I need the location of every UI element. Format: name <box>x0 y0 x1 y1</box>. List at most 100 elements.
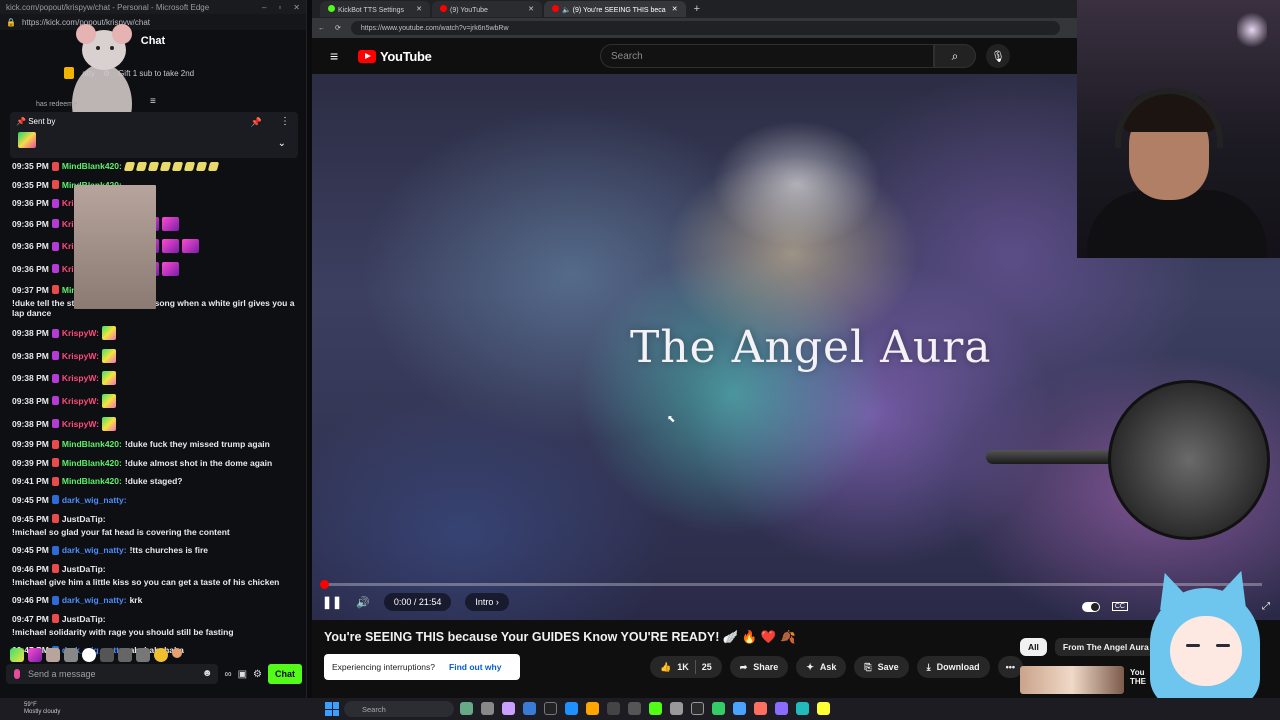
new-tab-icon[interactable]: + <box>694 3 700 15</box>
youtube-logo[interactable]: YouTube <box>358 49 432 64</box>
volume-icon[interactable]: 🔊 <box>356 596 370 609</box>
minimize-icon[interactable]: – <box>262 3 266 12</box>
hamburger-menu-icon[interactable]: ≡ <box>330 48 342 64</box>
search-button[interactable]: ⌕ <box>934 44 976 68</box>
weather-widget[interactable]: 59°F Mostly cloudy <box>0 702 220 716</box>
ask-button[interactable]: ✦ Ask <box>796 656 847 678</box>
mic-icon[interactable] <box>14 669 20 679</box>
close-icon[interactable]: ✕ <box>293 3 300 12</box>
message-username[interactable]: MindBlank420: <box>62 476 122 486</box>
heart-emote-icon[interactable] <box>82 648 96 662</box>
emote-icon[interactable] <box>136 648 150 662</box>
tab-close-icon[interactable]: ✕ <box>416 5 422 13</box>
app-icon[interactable] <box>544 702 557 715</box>
voice-search-button[interactable]: 🎙 <box>986 44 1010 68</box>
window-controls[interactable]: – ▫ ✕ <box>262 3 300 12</box>
app-icon[interactable] <box>670 702 683 715</box>
chat-address-bar[interactable]: 🔒 https://kick.com/popout/krispyw/chat <box>0 14 306 30</box>
captions-icon[interactable]: CC <box>1111 602 1128 611</box>
chat-send-button[interactable]: Chat <box>268 664 302 684</box>
app-icon[interactable] <box>502 702 515 715</box>
message-username[interactable]: dark_wig_natty: <box>62 595 127 605</box>
emote-icon <box>123 161 136 171</box>
app-icon[interactable] <box>817 702 830 715</box>
taskbar-search[interactable]: Search <box>344 701 454 717</box>
loop-icon[interactable]: ∞ <box>224 669 231 680</box>
message-username[interactable]: KrispyW: <box>62 396 99 406</box>
message-username[interactable]: JustDaTip: <box>62 614 106 624</box>
pause-icon[interactable]: ❚❚ <box>322 595 342 609</box>
emote-icon[interactable] <box>118 648 132 662</box>
emote-icon[interactable] <box>46 648 60 662</box>
more-menu-icon[interactable]: ⋮ <box>280 116 290 127</box>
app-icon[interactable] <box>607 702 620 715</box>
message-username[interactable]: KrispyW: <box>62 373 99 383</box>
find-out-why-link[interactable]: Find out why <box>449 662 501 672</box>
maximize-icon[interactable]: ▫ <box>278 3 281 12</box>
store-icon[interactable]: ▣ <box>238 669 247 680</box>
like-button[interactable]: 👍 1K 25 <box>650 656 722 678</box>
send-message-input[interactable]: Send a message ☻ <box>6 664 219 684</box>
chip-all[interactable]: All <box>1020 638 1047 656</box>
scrubber-handle[interactable] <box>320 580 329 589</box>
emote-icon[interactable] <box>28 648 42 662</box>
emoji-icon[interactable]: ☻ <box>202 668 213 679</box>
app-icon[interactable] <box>565 702 578 715</box>
refresh-icon[interactable]: ⟳ <box>335 24 341 32</box>
search-input[interactable]: Search <box>600 44 934 68</box>
message-username[interactable]: MindBlank420: <box>62 458 122 468</box>
emote-icon[interactable] <box>172 648 182 658</box>
app-icon[interactable] <box>649 702 662 715</box>
back-icon[interactable]: ← <box>318 25 325 32</box>
message-username[interactable]: JustDaTip: <box>62 514 106 524</box>
app-icon[interactable] <box>460 702 473 715</box>
recommended-video-thumbnail[interactable] <box>1020 666 1124 694</box>
pinned-message[interactable]: 📌 Sent by 📌 ⋮ ⌄ <box>10 112 298 158</box>
app-icon[interactable] <box>712 702 725 715</box>
message-username[interactable]: KrispyW: <box>62 328 99 338</box>
address-url[interactable]: https://www.youtube.com/watch?v=jrk6n5wb… <box>361 25 509 32</box>
tab-kickbot[interactable]: KickBot TTS Settings ✕ <box>320 1 430 17</box>
chat-input-bar: Send a message ☻ ∞ ▣ ⚙ Chat <box>6 664 302 684</box>
message-username[interactable]: MindBlank420: <box>62 439 122 449</box>
autoplay-toggle[interactable] <box>1081 601 1100 612</box>
start-button[interactable] <box>325 702 339 716</box>
app-icon[interactable] <box>523 702 536 715</box>
app-icon[interactable] <box>586 702 599 715</box>
download-button[interactable]: ⤓ Download <box>916 656 990 678</box>
message-username[interactable]: JustDaTip: <box>62 564 106 574</box>
save-button[interactable]: ⎘ Save <box>854 656 909 678</box>
chevron-down-icon[interactable]: ⌄ <box>278 138 286 149</box>
settings-gear-icon[interactable]: ⚙ <box>253 669 262 680</box>
message-username[interactable]: KrispyW: <box>62 419 99 429</box>
progress-bar[interactable] <box>320 580 1262 589</box>
emote-icon[interactable] <box>100 648 114 662</box>
tab-youtube-video[interactable]: 🔈 (9) You're SEEING THIS beca ✕ <box>544 1 686 17</box>
emote-icon[interactable] <box>64 648 78 662</box>
message-username[interactable]: KrispyW: <box>62 351 99 361</box>
smiley-emote-icon[interactable] <box>154 648 168 662</box>
pin-icon[interactable]: 📌 <box>251 117 262 128</box>
emote-icon[interactable] <box>10 648 24 662</box>
gift-sub-banner[interactable]: atty ⚙ Gift 1 sub to take 2nd <box>64 67 194 79</box>
app-icon[interactable] <box>628 702 641 715</box>
message-username[interactable]: dark_wig_natty: <box>62 545 127 555</box>
share-button[interactable]: ➦ Share <box>729 656 789 678</box>
address-bar[interactable]: https://www.youtube.com/watch?v=jrk6n5wb… <box>350 21 1060 35</box>
app-icon[interactable] <box>775 702 788 715</box>
message-username[interactable]: MindBlank420: <box>62 161 122 171</box>
message-username[interactable]: dark_wig_natty: <box>62 495 127 505</box>
tab-close-icon[interactable]: ✕ <box>672 5 678 13</box>
app-icon[interactable] <box>733 702 746 715</box>
filter-icon[interactable]: ≡ <box>150 96 156 107</box>
tab-close-icon[interactable]: ✕ <box>528 5 534 13</box>
app-icon[interactable] <box>796 702 809 715</box>
chapter-button[interactable]: Intro › <box>465 593 509 611</box>
app-icon[interactable] <box>691 702 704 715</box>
app-icon[interactable] <box>754 702 767 715</box>
tab-youtube-home[interactable]: (9) YouTube ✕ <box>432 1 542 17</box>
message-text: !duke tell the strip club to play this s… <box>12 297 295 318</box>
sub-badge-icon <box>64 67 74 79</box>
app-icon[interactable] <box>481 702 494 715</box>
speaker-icon[interactable]: 🔈 <box>562 7 571 14</box>
